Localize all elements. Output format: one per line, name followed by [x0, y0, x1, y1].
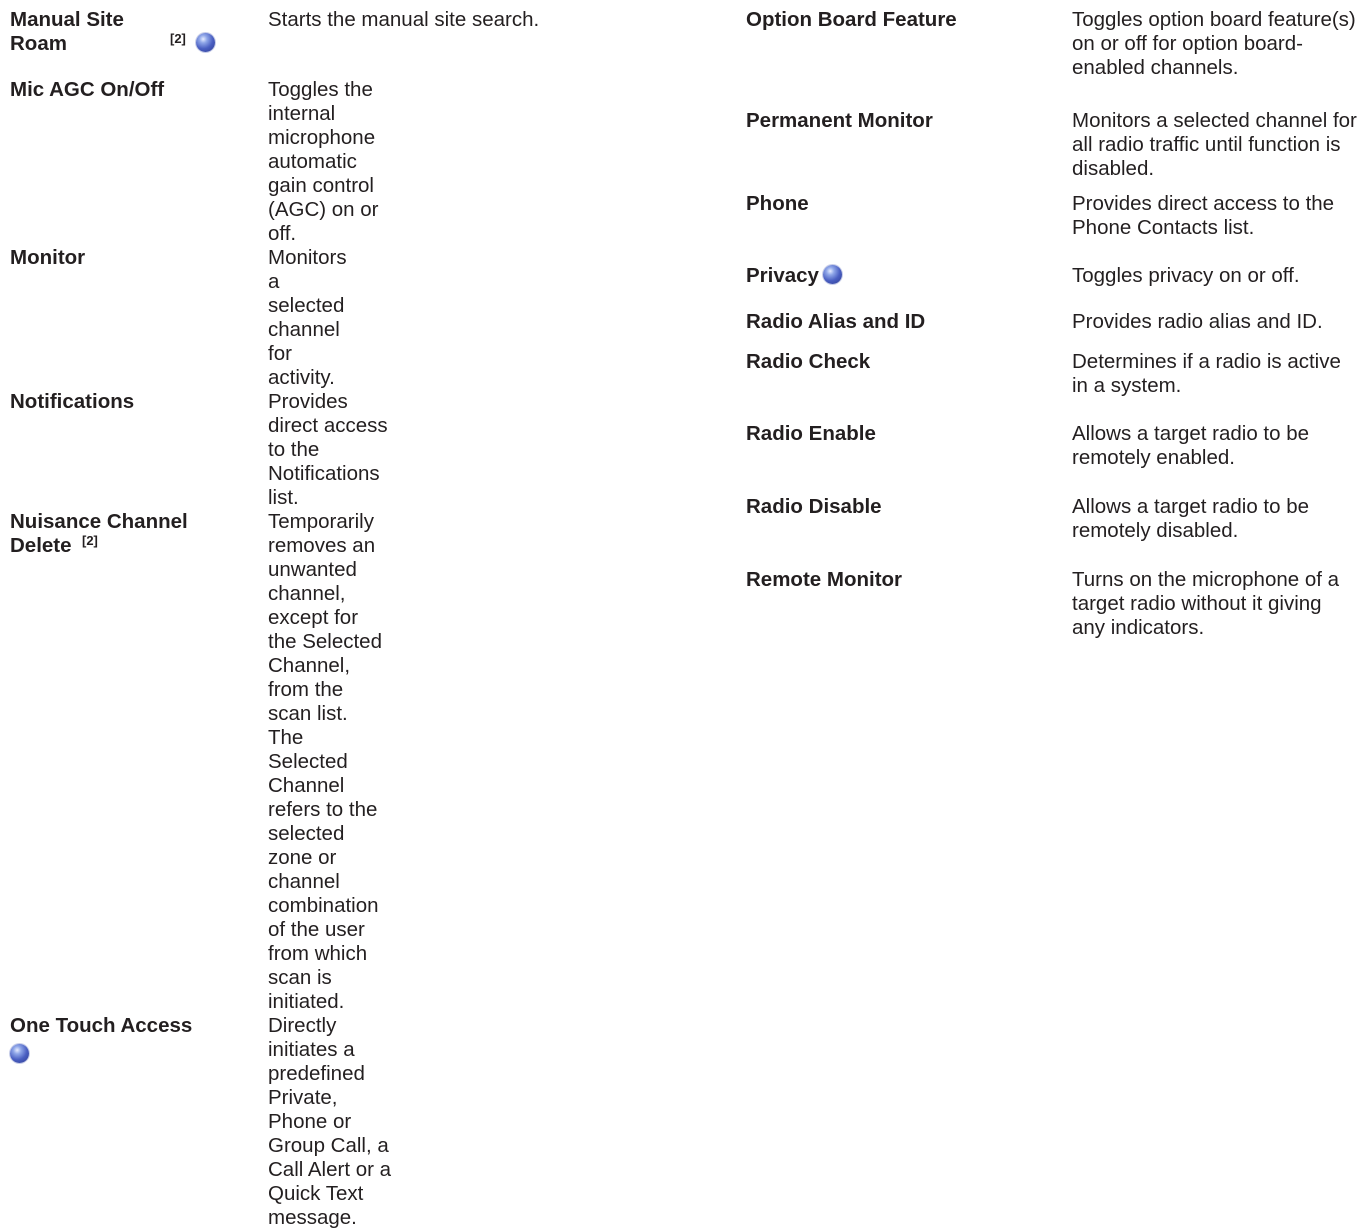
globe-icon: [195, 33, 215, 52]
term-label: Radio Alias and ID: [746, 310, 926, 333]
term-description: Temporarily removes an unwanted channel,…: [268, 510, 382, 1013]
definition-row: Radio Enable Allows a target radio to be…: [746, 422, 1361, 495]
term-label: Permanent Monitor: [746, 109, 933, 132]
definition-row: Monitor Monitors a selected channel for …: [10, 246, 650, 390]
term-description: Determines if a radio is active in a sys…: [1072, 350, 1341, 397]
definition-row: Remote Monitor Turns on the microphone o…: [746, 568, 1361, 640]
definition-row: Radio Disable Allows a target radio to b…: [746, 495, 1361, 568]
term-description: Starts the manual site search.: [268, 8, 540, 31]
definition-table-left: Manual Site Roam [2] Starts the manual si…: [10, 0, 650, 1230]
term-label: Mic AGC On/Off: [10, 78, 165, 101]
term-description: Provides direct access to the Phone Cont…: [1072, 192, 1335, 239]
term-label: Monitor: [10, 246, 86, 269]
definition-row: One Touch Access Directly initiates a pr…: [10, 1014, 650, 1230]
definition-table-right: Option Board Feature Toggles option boar…: [746, 0, 1361, 640]
definition-row: Notifications Provides direct access to …: [10, 390, 650, 510]
term-description: Monitors a selected channel for all radi…: [1072, 109, 1357, 180]
left-definition-column: Manual Site Roam [2] Starts the manual si…: [10, 0, 650, 1230]
term-label: Radio Disable: [746, 495, 882, 518]
term-description: Toggles privacy on or off.: [1072, 264, 1300, 287]
term-label: Radio Check: [746, 350, 871, 373]
definition-row: Radio Alias and ID Provides radio alias …: [746, 310, 1361, 350]
definition-row: Radio Check Determines if a radio is act…: [746, 350, 1361, 422]
term-label: Radio Enable: [746, 422, 876, 445]
term-description: Allows a target radio to be remotely ena…: [1072, 422, 1310, 469]
term-description: Directly initiates a predefined Private,…: [268, 1014, 392, 1229]
term-description: Allows a target radio to be remotely dis…: [1072, 495, 1310, 542]
term-label: One Touch Access: [10, 1014, 193, 1037]
globe-icon: [10, 1044, 29, 1063]
definition-row: Phone Provides direct access to the Phon…: [746, 192, 1361, 264]
term-description: Toggles option board feature(s) on or of…: [1072, 8, 1356, 79]
term-description: Toggles the internal microphone automati…: [268, 78, 379, 245]
definition-row: Nuisance Channel Delete [2] Temporarily r…: [10, 510, 650, 1014]
term-description: Turns on the microphone of a target radi…: [1072, 568, 1340, 639]
term-label: Phone: [746, 192, 809, 215]
term-label: Remote Monitor: [746, 568, 903, 591]
definition-row: Manual Site Roam [2] Starts the manual si…: [10, 0, 650, 78]
term-label: Privacy: [746, 264, 819, 287]
term-label: Option Board Feature: [746, 8, 957, 31]
definition-row: Mic AGC On/Off Toggles the internal micr…: [10, 78, 650, 246]
term-label: Notifications: [10, 390, 135, 413]
definition-row: Privacy Toggles privacy on or off.: [746, 264, 1361, 310]
term-description: Monitors a selected channel for activity…: [268, 246, 347, 389]
term-description: Provides radio alias and ID.: [1072, 310, 1323, 333]
term-description: Provides direct access to the Notificati…: [268, 390, 388, 509]
footnote-marker: [2]: [170, 31, 186, 46]
term-label: Manual Site Roam: [10, 8, 124, 55]
definition-row: Permanent Monitor Monitors a selected ch…: [746, 109, 1361, 192]
footnote-marker: [2]: [82, 533, 98, 548]
globe-icon: [822, 265, 842, 284]
definition-row: Option Board Feature Toggles option boar…: [746, 0, 1361, 109]
right-definition-column: Option Board Feature Toggles option boar…: [746, 0, 1361, 640]
term-label: Nuisance Channel Delete: [10, 510, 188, 557]
